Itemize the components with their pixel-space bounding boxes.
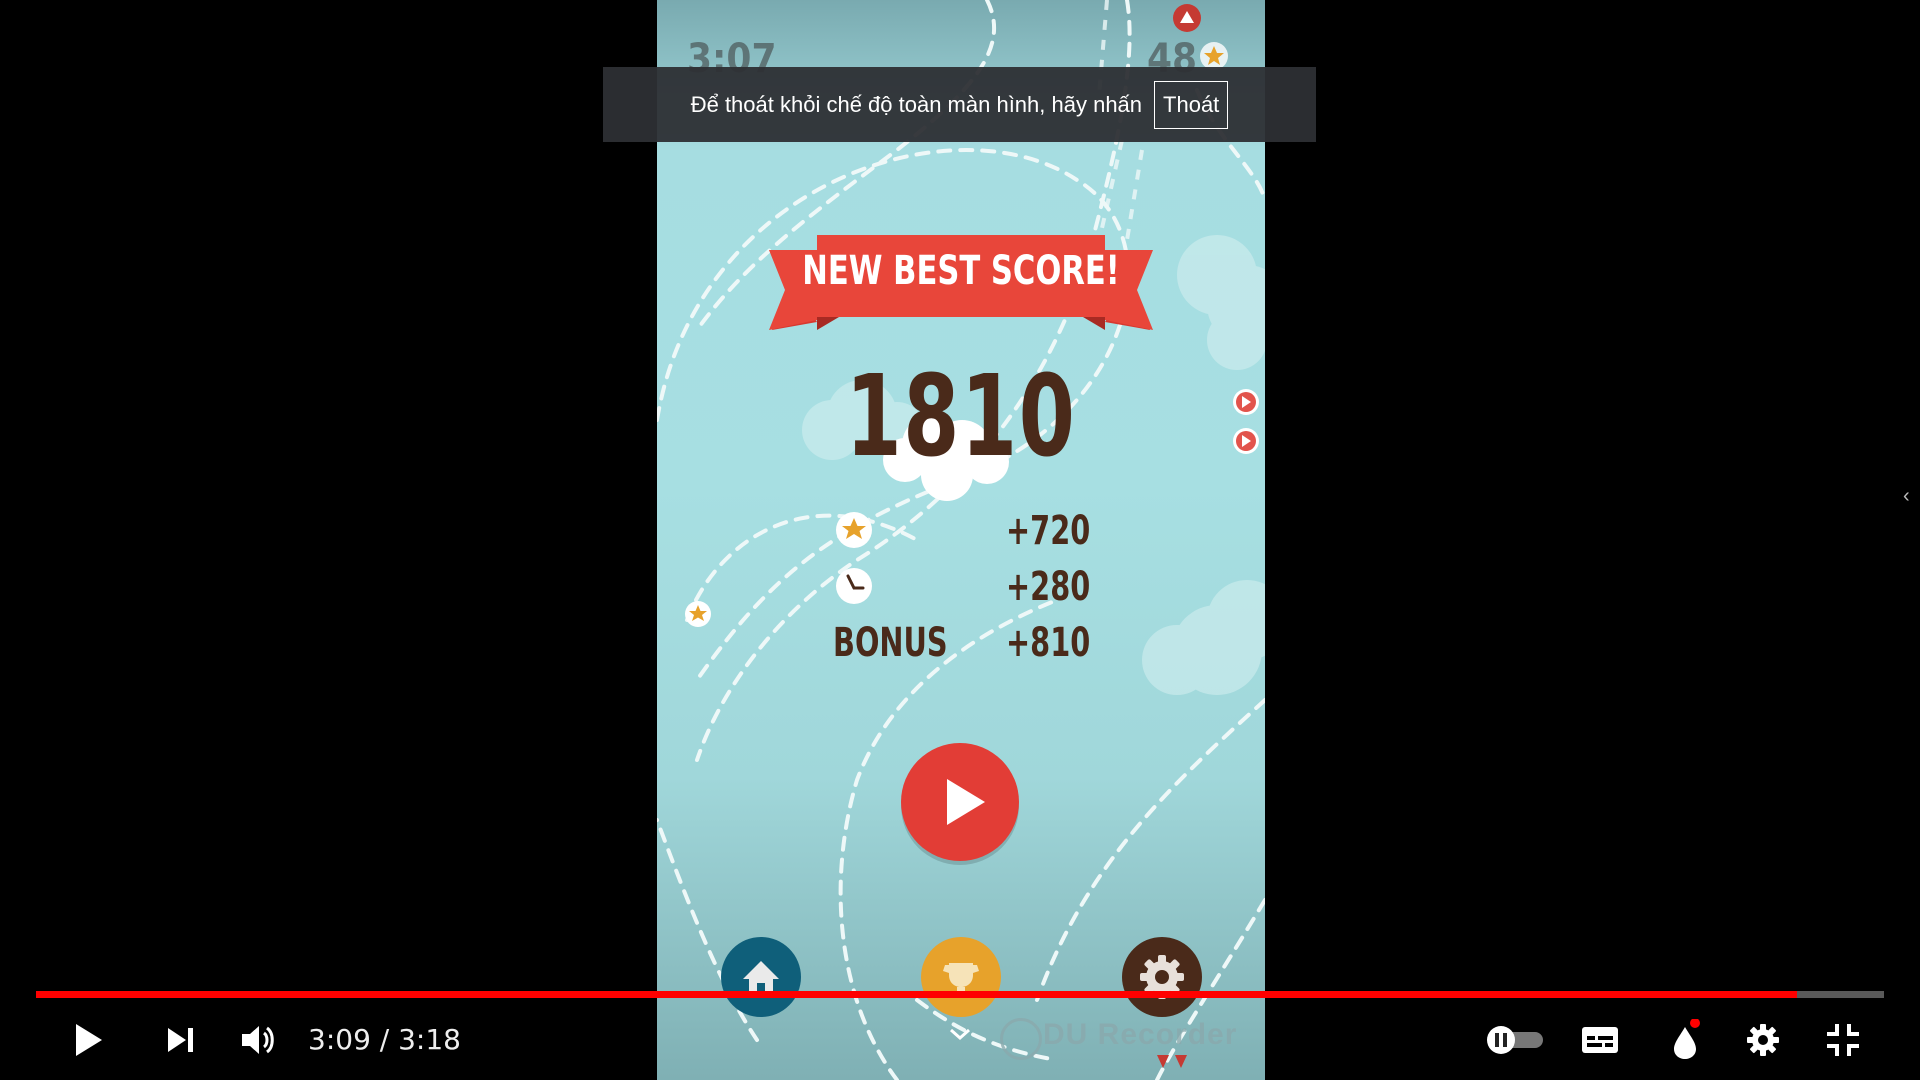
star-row-icon: [836, 512, 872, 548]
player-controls: [0, 1010, 1920, 1070]
autoplay-toggle-icon: [1487, 1026, 1543, 1054]
exit-fullscreen-button[interactable]: [1818, 1010, 1868, 1070]
subtitles-button[interactable]: [1575, 1010, 1625, 1070]
bonus-value: +810: [1005, 620, 1090, 666]
game-play-button[interactable]: [901, 743, 1019, 861]
stars-bonus-value: +720: [1005, 508, 1090, 554]
next-button[interactable]: [152, 1010, 208, 1070]
final-score: 1810: [845, 352, 1077, 482]
game-background: [657, 0, 1265, 1080]
ambient-mode-icon: [1674, 1019, 1700, 1059]
gear-icon: [1140, 955, 1184, 999]
exit-fullscreen-icon: [1827, 1024, 1859, 1056]
chevron-down-icon: [950, 1028, 970, 1041]
time-bonus-value: +280: [1005, 564, 1090, 610]
new-best-score-banner: NEW BEST SCORE!: [802, 248, 1120, 294]
progress-played: [36, 991, 1798, 998]
progress-bar[interactable]: [36, 991, 1884, 998]
volume-icon: [242, 1026, 274, 1054]
chevron-left-icon[interactable]: ‹: [1903, 485, 1910, 508]
ambient-mode-button[interactable]: [1660, 1010, 1710, 1070]
volume-button[interactable]: [230, 1010, 286, 1070]
next-icon: [168, 1028, 193, 1052]
time-display: 3:09 / 3:18: [308, 1023, 461, 1056]
toast-message: Để thoát khỏi chế độ toàn màn hình, hãy …: [690, 91, 1143, 117]
game-home-button[interactable]: [721, 937, 801, 1017]
play-icon: [76, 1024, 102, 1056]
home-icon: [743, 961, 779, 993]
play-triangle-icon: [947, 779, 985, 825]
play-button[interactable]: [60, 1010, 116, 1070]
bonus-label: BONUS: [833, 620, 948, 666]
collapse-chevron-button[interactable]: [940, 1004, 980, 1064]
video-frame[interactable]: 3:07 48 NEW BEST SCORE! 1810 +720 +280 B…: [657, 0, 1265, 1080]
game-settings-button[interactable]: [1122, 937, 1202, 1017]
clock-row-icon: [836, 568, 872, 604]
settings-icon: [1747, 1024, 1779, 1056]
autoplay-toggle[interactable]: [1480, 1010, 1550, 1070]
subtitles-icon: [1582, 1027, 1618, 1053]
settings-button[interactable]: [1738, 1010, 1788, 1070]
exit-fullscreen-key-button[interactable]: Thoát: [1154, 80, 1229, 129]
fullscreen-exit-toast: Để thoát khỏi chế độ toàn màn hình, hãy …: [603, 67, 1316, 142]
